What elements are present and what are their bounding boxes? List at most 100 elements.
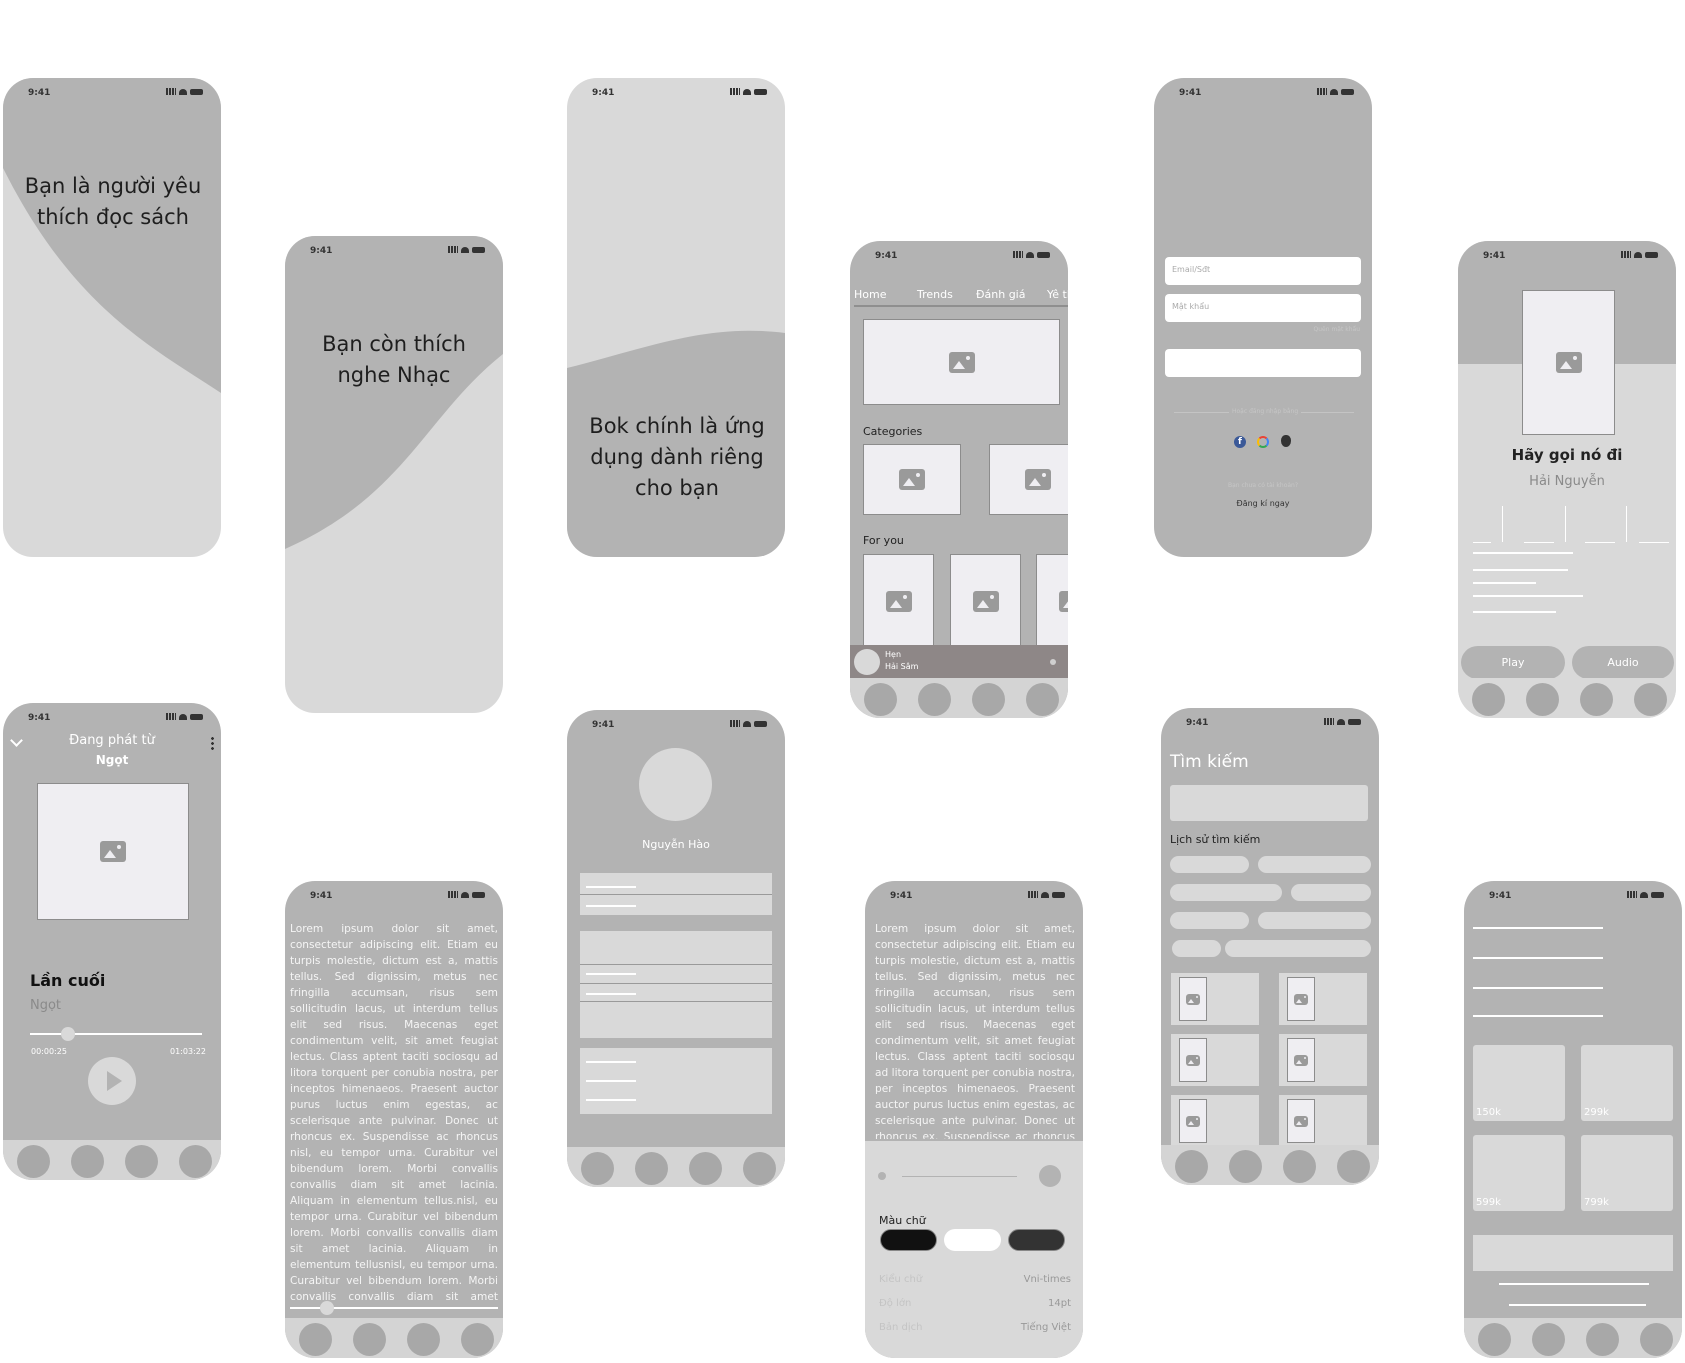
mini-player[interactable]: Hẹn Hải Sâm — [850, 645, 1068, 678]
progress-knob[interactable] — [60, 1027, 75, 1041]
book-card[interactable] — [1036, 554, 1068, 649]
nav-button[interactable] — [179, 1145, 212, 1178]
result-card[interactable] — [1279, 973, 1367, 1025]
nav-button[interactable] — [1175, 1150, 1208, 1183]
color-swatch-dark[interactable] — [1008, 1229, 1065, 1251]
book-cover — [1522, 290, 1615, 435]
history-chip[interactable] — [1258, 856, 1371, 873]
google-icon[interactable] — [1257, 436, 1269, 448]
nav-button[interactable] — [1634, 683, 1667, 716]
status-bar: 9:41 — [865, 881, 1083, 917]
facebook-icon[interactable]: f — [1234, 436, 1246, 448]
nav-button[interactable] — [581, 1152, 614, 1185]
history-chip[interactable] — [1291, 884, 1371, 901]
result-card[interactable] — [1171, 1095, 1259, 1147]
brightness-slider[interactable] — [902, 1176, 1017, 1177]
result-card[interactable] — [1171, 973, 1259, 1025]
book-card[interactable] — [950, 554, 1021, 649]
playing-from-label: Đang phát từ — [69, 733, 155, 748]
audio-button[interactable]: Audio — [1572, 646, 1674, 679]
plan-card[interactable]: 599k — [1473, 1135, 1565, 1211]
reading-progress-knob[interactable] — [320, 1301, 335, 1315]
nav-button[interactable] — [1478, 1323, 1511, 1356]
play-dot-icon[interactable] — [1050, 659, 1056, 665]
size-value[interactable]: 14pt — [1048, 1298, 1071, 1309]
category-card[interactable] — [989, 444, 1068, 515]
no-account-text: Bạn chưa có tài khoản? — [1227, 482, 1299, 489]
book-card[interactable] — [863, 554, 934, 649]
nav-button[interactable] — [972, 683, 1005, 716]
result-card[interactable] — [1171, 1034, 1259, 1086]
nav-button[interactable] — [1472, 683, 1505, 716]
tab-home[interactable]: Home — [854, 288, 886, 301]
history-chip[interactable] — [1225, 940, 1371, 957]
status-bar: 9:41 — [3, 78, 221, 114]
plan-card[interactable]: 150k — [1473, 1045, 1565, 1121]
tab-favorites[interactable]: Yê th — [1047, 288, 1068, 301]
nav-button[interactable] — [71, 1145, 104, 1178]
nav-button[interactable] — [689, 1152, 722, 1185]
nav-button[interactable] — [918, 683, 951, 716]
translate-value[interactable]: Tiếng Việt — [1021, 1322, 1071, 1333]
nav-button[interactable] — [864, 683, 897, 716]
nav-button[interactable] — [743, 1152, 776, 1185]
login-button[interactable] — [1165, 349, 1361, 377]
nav-button[interactable] — [125, 1145, 158, 1178]
history-chip[interactable] — [1170, 884, 1282, 901]
nav-button[interactable] — [1026, 683, 1059, 716]
banner-image[interactable] — [863, 319, 1060, 405]
nav-button[interactable] — [1586, 1323, 1619, 1356]
more-vertical-icon[interactable] — [211, 736, 214, 751]
settings-group[interactable] — [580, 1048, 772, 1114]
avatar[interactable] — [639, 748, 712, 821]
history-chip[interactable] — [1258, 912, 1371, 929]
battery-icon — [1341, 88, 1354, 95]
history-chip[interactable] — [1172, 940, 1221, 957]
apple-icon[interactable] — [1281, 435, 1291, 447]
history-chip[interactable] — [1170, 912, 1249, 929]
nav-button[interactable] — [635, 1152, 668, 1185]
nav-button[interactable] — [407, 1323, 440, 1356]
plan-card[interactable]: 799k — [1581, 1135, 1673, 1211]
nav-button[interactable] — [299, 1323, 332, 1356]
nav-button[interactable] — [1337, 1150, 1370, 1183]
tab-reviews[interactable]: Đánh giá — [976, 288, 1025, 301]
nav-button[interactable] — [1640, 1323, 1673, 1356]
forgot-password-link[interactable]: Quên mật khẩu — [1314, 326, 1360, 333]
info-line — [1473, 927, 1603, 929]
nav-button[interactable] — [353, 1323, 386, 1356]
font-value[interactable]: Vni-times — [1024, 1274, 1071, 1285]
nav-button[interactable] — [1580, 683, 1613, 716]
play-button[interactable] — [88, 1057, 136, 1105]
color-swatch-black[interactable] — [880, 1229, 937, 1251]
history-chip[interactable] — [1170, 856, 1249, 873]
play-button[interactable]: Play — [1461, 646, 1565, 679]
password-field[interactable]: Mật khẩu — [1165, 294, 1361, 322]
search-input[interactable] — [1170, 785, 1368, 821]
image-placeholder-icon — [899, 469, 925, 490]
reading-progress-track[interactable] — [290, 1301, 498, 1315]
email-field[interactable]: Email/Sđt — [1165, 257, 1361, 285]
status-bar: 9:41 — [285, 236, 503, 272]
nav-button[interactable] — [17, 1145, 50, 1178]
image-placeholder-icon — [1294, 1115, 1308, 1127]
register-link[interactable]: Đăng kí ngay — [1154, 499, 1372, 508]
result-card[interactable] — [1279, 1095, 1367, 1147]
settings-group[interactable] — [580, 931, 772, 1038]
subscribe-button[interactable] — [1473, 1235, 1673, 1271]
nav-button[interactable] — [1229, 1150, 1262, 1183]
settings-group[interactable] — [580, 873, 772, 915]
progress-track[interactable] — [30, 1027, 202, 1041]
background-wave — [285, 236, 503, 549]
nav-button[interactable] — [461, 1323, 494, 1356]
tab-trends[interactable]: Trends — [917, 288, 953, 301]
nav-button[interactable] — [1526, 683, 1559, 716]
category-card[interactable] — [863, 444, 961, 515]
color-swatch-white[interactable] — [944, 1229, 1001, 1251]
nav-button[interactable] — [1283, 1150, 1316, 1183]
result-card[interactable] — [1279, 1034, 1367, 1086]
nav-button[interactable] — [1532, 1323, 1565, 1356]
plan-card[interactable]: 299k — [1581, 1045, 1673, 1121]
wifi-icon — [1640, 891, 1648, 898]
battery-icon — [1651, 891, 1664, 898]
